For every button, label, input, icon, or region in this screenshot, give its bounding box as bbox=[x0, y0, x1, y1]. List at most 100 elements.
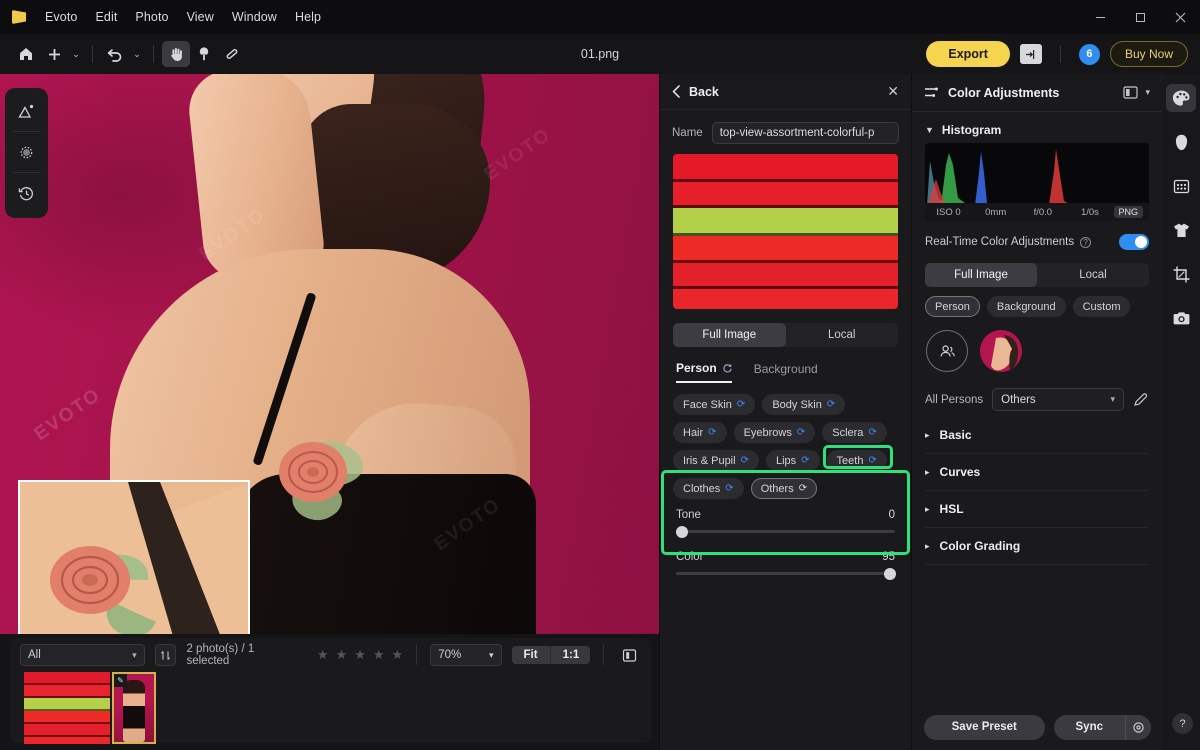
menu-view[interactable]: View bbox=[178, 6, 223, 28]
realtime-row: Real-Time Color Adjustments ? bbox=[912, 221, 1162, 250]
chip-sclera[interactable]: Sclera ⟳ bbox=[822, 422, 887, 443]
compare-split-icon[interactable] bbox=[617, 644, 641, 666]
stamp-tool-icon[interactable] bbox=[190, 41, 218, 67]
hand-tool-icon[interactable] bbox=[162, 41, 190, 67]
image-canvas[interactable]: EVOTO EVOTO EVOTO EVOTO bbox=[0, 74, 659, 634]
chevron-down-icon[interactable]: ▾ bbox=[1145, 87, 1150, 98]
tone-slider-track[interactable] bbox=[676, 525, 895, 538]
realtime-toggle[interactable] bbox=[1119, 234, 1149, 250]
segment-local[interactable]: Local bbox=[786, 323, 899, 347]
close-button[interactable] bbox=[1160, 0, 1200, 34]
undo-caret-icon[interactable]: ⌄ bbox=[129, 49, 145, 60]
zoom-level-select[interactable]: 70% ▾ bbox=[430, 644, 502, 666]
accordion-curves[interactable]: ▸ Curves bbox=[925, 454, 1149, 491]
chip-iris-pupil[interactable]: Iris & Pupil ⟳ bbox=[673, 450, 759, 471]
minimize-button[interactable] bbox=[1080, 0, 1120, 34]
rating-stars[interactable]: ★ ★ ★ ★ ★ bbox=[317, 647, 403, 663]
export-button[interactable]: Export bbox=[926, 41, 1010, 67]
chip-clothes[interactable]: Clothes ⟳ bbox=[673, 478, 744, 499]
history-icon[interactable] bbox=[9, 173, 45, 213]
person-dropdown[interactable]: Others ▾ bbox=[992, 388, 1124, 411]
slider-row-color: Color 95 bbox=[676, 551, 895, 563]
preset-preview-image[interactable] bbox=[673, 154, 898, 309]
histogram-section-header[interactable]: ▼ Histogram bbox=[912, 112, 1162, 143]
name-input[interactable]: top-view-assortment-colorful-p bbox=[711, 122, 899, 144]
filmstrip-filter-select[interactable]: All ▾ bbox=[20, 644, 145, 666]
star-2[interactable]: ★ bbox=[336, 647, 348, 663]
tone-slider-knob[interactable] bbox=[676, 525, 688, 538]
left-tool-rail bbox=[5, 88, 48, 218]
crop-icon[interactable] bbox=[1166, 260, 1196, 288]
triangle-right-icon: ▸ bbox=[925, 540, 930, 551]
avatar-all-persons[interactable] bbox=[926, 330, 968, 372]
gear-icon[interactable] bbox=[1125, 714, 1151, 740]
avatar[interactable] bbox=[980, 330, 1022, 372]
panel-layout-icon[interactable] bbox=[1123, 86, 1139, 99]
retouch-grid-icon[interactable] bbox=[1166, 172, 1196, 200]
buy-now-button[interactable]: Buy Now bbox=[1109, 41, 1188, 67]
maximize-button[interactable] bbox=[1120, 0, 1160, 34]
thumbnail-figure bbox=[123, 680, 145, 742]
segment-local[interactable]: Local bbox=[1037, 263, 1149, 287]
segment-full-image[interactable]: Full Image bbox=[925, 263, 1037, 287]
chip-person[interactable]: Person bbox=[925, 296, 980, 317]
accordion-color-grading[interactable]: ▸ Color Grading bbox=[925, 528, 1149, 565]
star-5[interactable]: ★ bbox=[392, 647, 404, 663]
accordion-label: Curves bbox=[939, 465, 981, 479]
sync-button[interactable]: Sync bbox=[1054, 721, 1126, 733]
zoom-value: 70% bbox=[438, 649, 462, 661]
camera-icon[interactable] bbox=[1166, 304, 1196, 332]
texture-icon[interactable] bbox=[9, 132, 45, 172]
chip-lips[interactable]: Lips ⟳ bbox=[765, 450, 820, 471]
back-button[interactable]: Back bbox=[672, 85, 719, 99]
close-icon[interactable]: ✕ bbox=[887, 83, 899, 100]
sort-icon[interactable] bbox=[154, 644, 177, 666]
add-caret-icon[interactable]: ⌄ bbox=[68, 49, 84, 60]
edit-mask-icon[interactable] bbox=[1133, 392, 1149, 408]
home-icon[interactable] bbox=[12, 41, 40, 67]
face-icon[interactable] bbox=[1166, 128, 1196, 156]
chip-eyebrows[interactable]: Eyebrows ⟳ bbox=[733, 422, 816, 443]
star-4[interactable]: ★ bbox=[373, 647, 385, 663]
menu-evoto[interactable]: Evoto bbox=[36, 6, 86, 28]
segment-full-image[interactable]: Full Image bbox=[673, 323, 786, 347]
share-export-icon[interactable] bbox=[1019, 44, 1042, 64]
healing-brush-icon[interactable] bbox=[218, 41, 246, 67]
chip-body-skin[interactable]: Body Skin ⟳ bbox=[762, 394, 846, 415]
color-slider-knob[interactable] bbox=[884, 567, 897, 580]
chip-background[interactable]: Background bbox=[986, 296, 1066, 317]
fit-button[interactable]: Fit bbox=[512, 646, 550, 664]
menu-photo[interactable]: Photo bbox=[126, 6, 177, 28]
tab-background[interactable]: Background bbox=[754, 361, 818, 383]
list-item[interactable] bbox=[24, 672, 110, 744]
chip-custom[interactable]: Custom bbox=[1072, 296, 1131, 317]
palette-icon[interactable] bbox=[1166, 84, 1196, 112]
tab-person[interactable]: Person bbox=[676, 361, 732, 383]
chip-others[interactable]: Others ⟳ bbox=[750, 478, 818, 499]
info-icon[interactable]: ? bbox=[1080, 236, 1092, 248]
color-slider-track[interactable] bbox=[676, 567, 897, 580]
retouch-preview-icon[interactable] bbox=[9, 91, 45, 131]
list-item[interactable]: ✎ bbox=[112, 672, 156, 744]
chip-hair[interactable]: Hair ⟳ bbox=[673, 422, 727, 443]
star-1[interactable]: ★ bbox=[317, 647, 329, 663]
accordion-hsl[interactable]: ▸ HSL bbox=[925, 491, 1149, 528]
histogram-exif-row: ISO 0 0mm f/0.0 1/0s PNG bbox=[925, 203, 1149, 221]
help-button[interactable]: ? bbox=[1172, 713, 1193, 734]
menu-window[interactable]: Window bbox=[223, 6, 286, 28]
menu-edit[interactable]: Edit bbox=[86, 6, 126, 28]
magnifier-inset[interactable] bbox=[18, 480, 250, 634]
clothes-icon[interactable] bbox=[1166, 216, 1196, 244]
plus-icon[interactable] bbox=[40, 41, 68, 67]
star-3[interactable]: ★ bbox=[354, 647, 366, 663]
one-to-one-button[interactable]: 1:1 bbox=[549, 646, 591, 664]
mid-panel-header: Back ✕ bbox=[660, 74, 911, 110]
menu-help[interactable]: Help bbox=[286, 6, 330, 28]
chip-face-skin[interactable]: Face Skin ⟳ bbox=[673, 394, 756, 415]
chip-teeth[interactable]: Teeth ⟳ bbox=[826, 450, 887, 471]
accordion-basic[interactable]: ▸ Basic bbox=[925, 417, 1149, 454]
save-preset-button[interactable]: Save Preset bbox=[924, 714, 1045, 740]
credits-badge[interactable]: 6 bbox=[1078, 43, 1100, 65]
undo-arrow-icon[interactable] bbox=[101, 41, 129, 67]
adjust-sliders: Tone 0 Color 95 bbox=[660, 499, 911, 580]
